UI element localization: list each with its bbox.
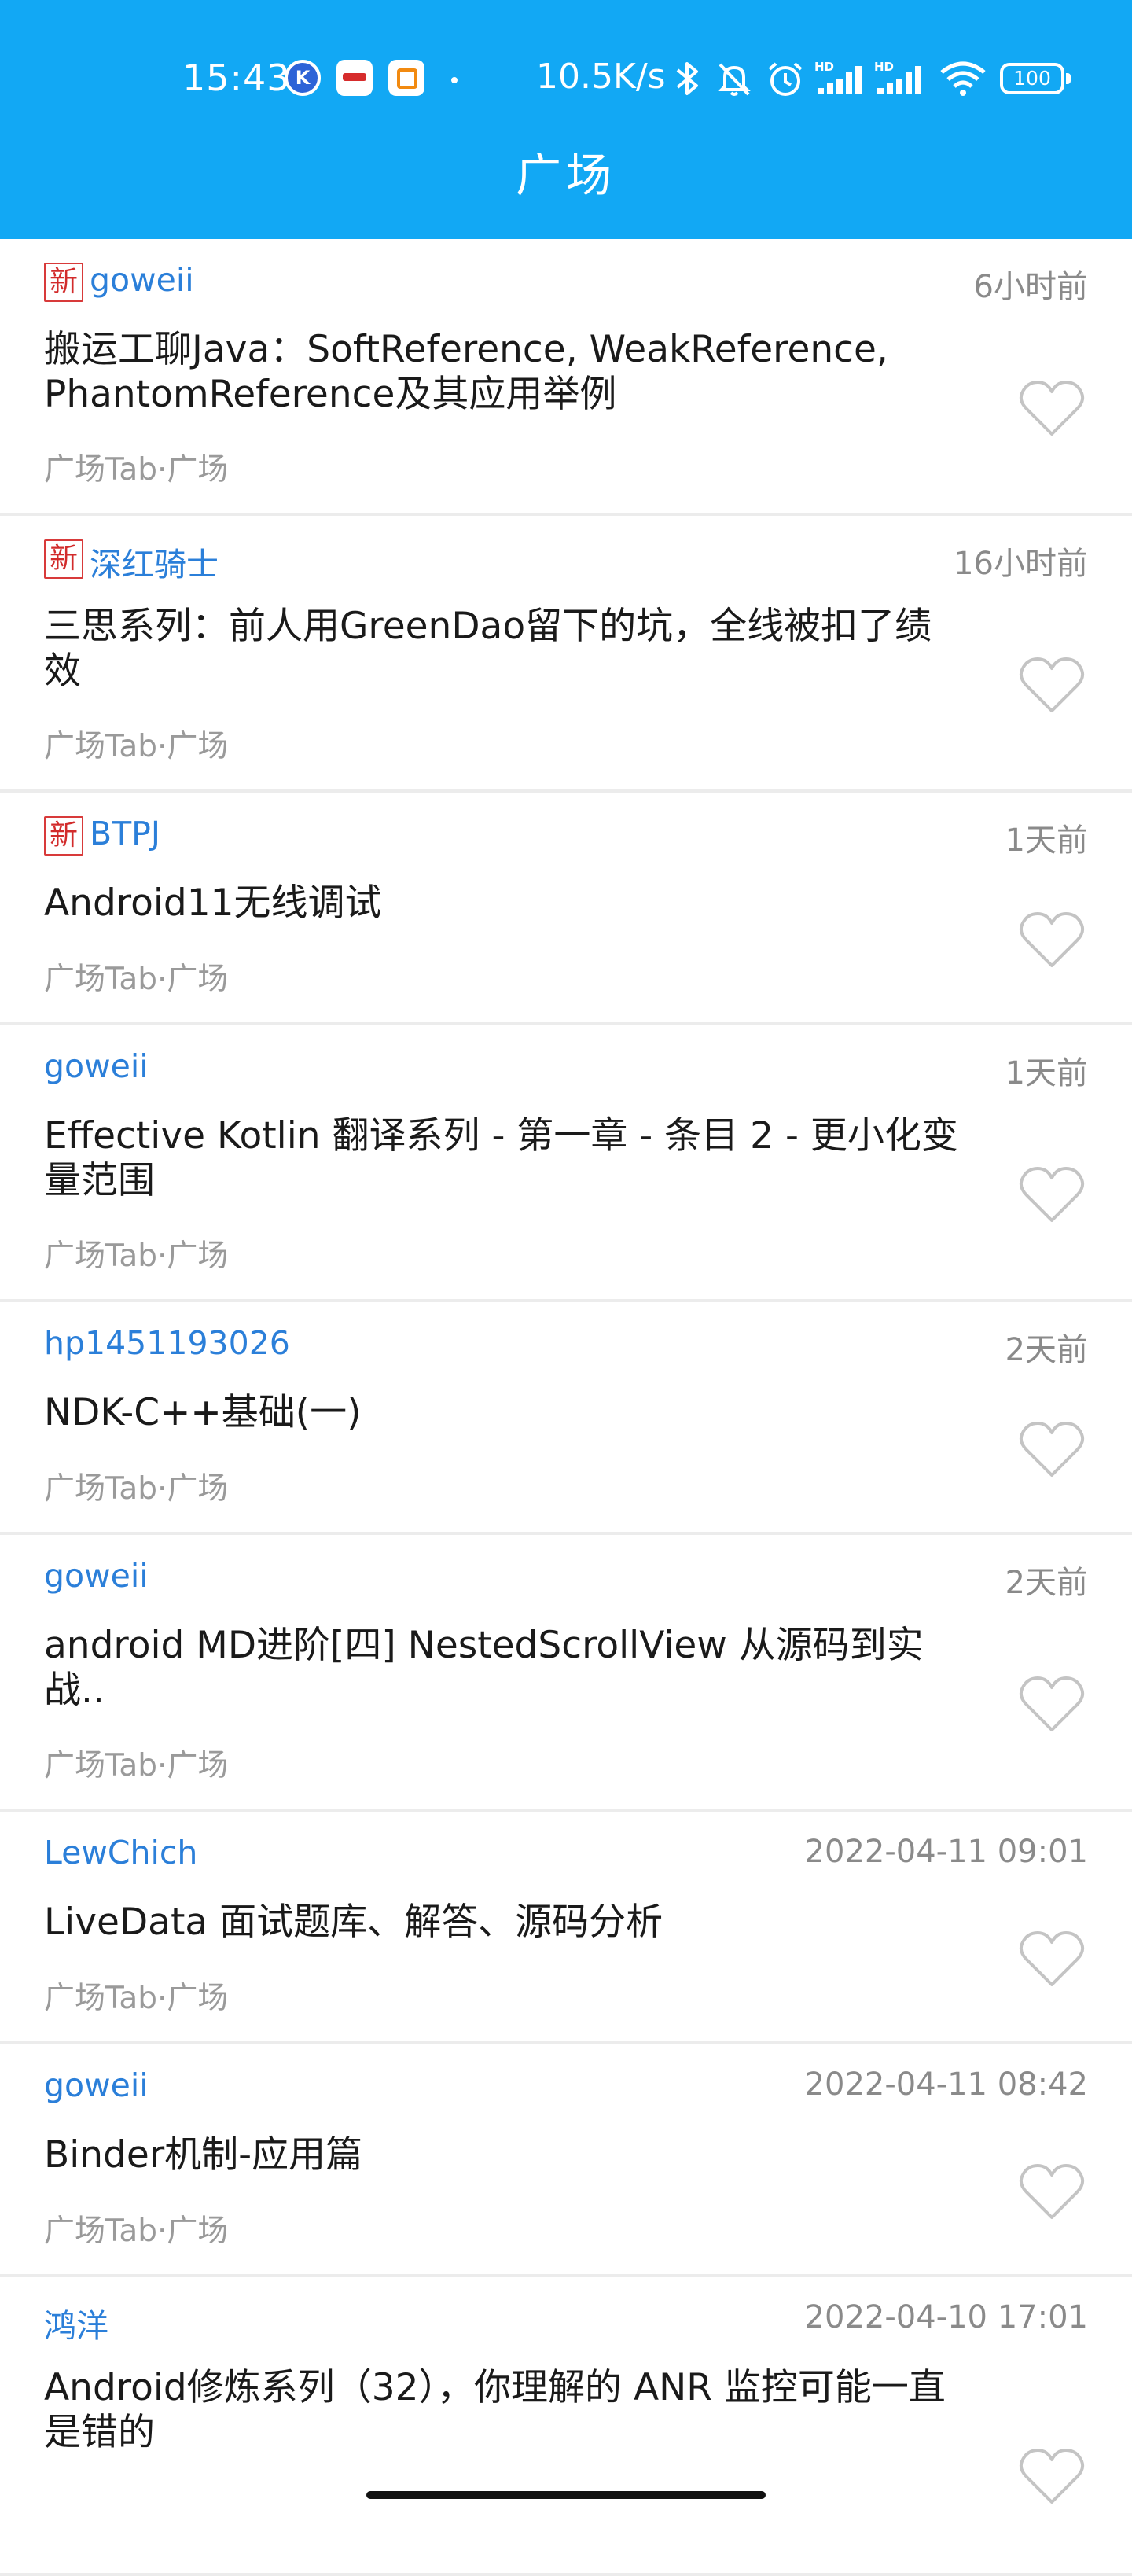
battery-icon: 100 — [1000, 63, 1071, 94]
article-category[interactable]: 广场Tab·广场 — [44, 1741, 228, 1785]
home-indicator[interactable] — [366, 2491, 766, 2499]
list-item[interactable]: 新 goweii 6小时前 搬运工聊Java：SoftReference, WeakR… — [0, 239, 1132, 516]
publish-time: 2022-04-11 08:42 — [804, 2066, 1088, 2103]
favorite-heart-icon[interactable] — [1019, 379, 1085, 439]
notification-dot-icon — [451, 77, 458, 83]
square-app-icon — [388, 60, 424, 96]
item-header: 新深红骑士 16小时前 — [44, 535, 1088, 585]
list-item[interactable]: goweii 2022-04-11 08:42 Binder机制-应用篇 广场Tab·… — [0, 2044, 1132, 2277]
publish-time: 2天前 — [1005, 1565, 1088, 1601]
author-link[interactable]: goweii — [44, 1047, 149, 1085]
mute-icon — [718, 63, 751, 96]
k-app-icon: K — [285, 60, 321, 96]
article-title[interactable]: 三思系列：前人用GreenDao留下的坑，全线被扣了绩效 — [44, 604, 964, 694]
favorite-heart-icon[interactable] — [1019, 1930, 1085, 1989]
favorite-heart-icon[interactable] — [1019, 1675, 1085, 1735]
article-title[interactable]: Binder机制-应用篇 — [44, 2133, 964, 2177]
item-header: LewChich 2022-04-11 09:01 — [44, 1831, 1088, 1881]
article-list: 新 goweii 6小时前 搬运工聊Java：SoftReference, WeakR… — [0, 239, 1132, 2576]
article-category[interactable]: 广场Tab·广场 — [44, 955, 228, 999]
favorite-heart-icon[interactable] — [1019, 911, 1085, 970]
net-speed: 10.5K/s — [536, 57, 666, 97]
favorite-heart-icon[interactable] — [1019, 2447, 1085, 2507]
publish-time: 1天前 — [1005, 822, 1088, 859]
publish-time: 1天前 — [1005, 1055, 1088, 1091]
publish-time: 2022-04-11 09:01 — [804, 1834, 1088, 1870]
publish-time: 6小时前 — [973, 269, 1088, 305]
svg-text:HD: HD — [814, 60, 834, 74]
item-header: 新 goweii 6小时前 — [44, 258, 1088, 308]
article-title[interactable]: Effective Kotlin 翻译系列 - 第一章 - 条目 2 - 更小化… — [44, 1113, 964, 1203]
favorite-heart-icon[interactable] — [1019, 2162, 1085, 2222]
new-badge: 新 — [44, 539, 83, 579]
article-title[interactable]: LiveData 面试题库、解答、源码分析 — [44, 1900, 964, 1945]
article-category[interactable]: 广场Tab·广场 — [44, 445, 228, 489]
article-category[interactable]: 广场Tab·广场 — [44, 1231, 228, 1275]
publish-time: 16小时前 — [954, 546, 1088, 582]
bluetooth-icon — [676, 62, 698, 95]
list-item[interactable]: 新 BTPJ 1天前 Android11无线调试 广场Tab·广场 — [0, 793, 1132, 1025]
favorite-heart-icon[interactable] — [1019, 1420, 1085, 1480]
wifi-icon — [940, 61, 986, 96]
list-item[interactable]: goweii 2天前 android MD进阶[四] NestedScrollVie… — [0, 1535, 1132, 1812]
author-link[interactable]: goweii — [44, 1557, 149, 1595]
author-link[interactable]: LewChich — [44, 1834, 197, 1871]
article-category[interactable]: 广场Tab·广场 — [44, 1464, 228, 1508]
list-item[interactable]: 鸿洋 2022-04-10 17:01 Android修炼系列（32），你理解的 A… — [0, 2277, 1132, 2576]
page-title: 广场 — [515, 149, 616, 202]
list-item[interactable]: LewChich 2022-04-11 09:01 LiveData 面试题库、解答… — [0, 1812, 1132, 2044]
alarm-icon — [768, 62, 803, 96]
article-title[interactable]: NDK-C++基础(一) — [44, 1390, 964, 1435]
article-category[interactable]: 广场Tab·广场 — [44, 722, 228, 766]
top-bar: 15:43 K 10.5K/s HD HD 100 广场 — [0, 0, 1132, 239]
favorite-heart-icon[interactable] — [1019, 1165, 1085, 1225]
item-header: goweii 2022-04-11 08:42 — [44, 2063, 1088, 2114]
svg-text:HD: HD — [874, 60, 894, 74]
article-title[interactable]: android MD进阶[四] NestedScrollView 从源码到实战.… — [44, 1623, 964, 1713]
item-header: goweii 1天前 — [44, 1044, 1088, 1095]
author-link[interactable]: 鸿洋 — [44, 2299, 108, 2346]
new-badge: 新 — [44, 263, 83, 302]
hd-signal-icon: HD — [814, 60, 862, 94]
news-app-icon — [336, 60, 373, 96]
hd-signal-icon: HD — [874, 60, 921, 94]
author-link[interactable]: goweii — [44, 2066, 149, 2104]
list-item[interactable]: hp1451193026 2天前 NDK-C++基础(一) 广场Tab·广场 — [0, 1302, 1132, 1535]
author-link[interactable]: 深红骑士 — [90, 538, 219, 585]
favorite-heart-icon[interactable] — [1019, 656, 1085, 716]
list-item[interactable]: 新深红骑士 16小时前三思系列：前人用GreenDao留下的坑，全线被扣了绩效广场… — [0, 516, 1132, 793]
new-badge: 新 — [44, 816, 83, 856]
article-category[interactable]: 广场Tab·广场 — [44, 2206, 228, 2250]
article-title[interactable]: Android11无线调试 — [44, 881, 964, 926]
item-header: goweii 2天前 — [44, 1554, 1088, 1604]
item-header: 新 BTPJ 1天前 — [44, 811, 1088, 862]
publish-time: 2天前 — [1005, 1332, 1088, 1368]
article-category[interactable]: 广场Tab·广场 — [44, 1974, 228, 2018]
author-link[interactable]: goweii — [90, 261, 194, 299]
article-title[interactable]: 搬运工聊Java：SoftReference, WeakReference, P… — [44, 327, 964, 417]
author-link[interactable]: BTPJ — [90, 815, 160, 852]
item-header: hp1451193026 2天前 — [44, 1321, 1088, 1371]
item-header: 鸿洋 2022-04-10 17:01 — [44, 2296, 1088, 2346]
status-bar: 15:43 K 10.5K/s HD HD 100 — [0, 50, 1132, 107]
list-item[interactable]: goweii 1天前 Effective Kotlin 翻译系列 - 第一章 - 条… — [0, 1025, 1132, 1302]
author-link[interactable]: hp1451193026 — [44, 1324, 290, 1362]
article-title[interactable]: Android修炼系列（32），你理解的 ANR 监控可能一直是错的 — [44, 2365, 964, 2455]
status-time: 15:43 — [182, 57, 291, 99]
publish-time: 2022-04-10 17:01 — [804, 2299, 1088, 2335]
